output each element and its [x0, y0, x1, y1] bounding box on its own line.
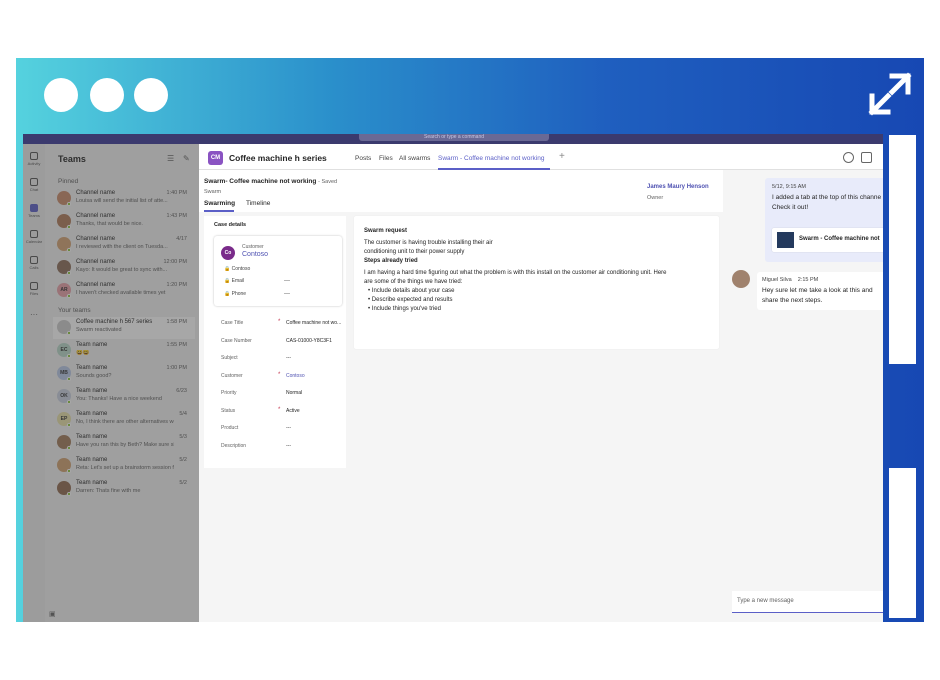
swarm-header: Swarm- Coffee machine not working - Save… — [199, 170, 723, 212]
swarm-title-text: Swarm- Coffee machine not working — [204, 178, 317, 185]
request-bullet: • Include things you've tried — [368, 306, 441, 312]
case-details-panel: Case details Co Customer Contoso 🔒 Conto… — [204, 216, 346, 468]
field-label: Case Title — [221, 320, 244, 326]
chat-panel: 5/12, 9:15 AM I added a tab at the top o… — [725, 170, 883, 622]
swarm-pane: Swarm- Coffee machine not working - Save… — [199, 170, 723, 622]
request-bullet: • Include details about your case — [368, 288, 455, 294]
card-title: Swarm - Coffee machine not — [799, 236, 880, 242]
field-label: Customer — [221, 372, 243, 379]
request-line-2: conditioning unit to their power supply — [364, 249, 465, 255]
field-value[interactable]: --- — [286, 443, 291, 449]
request-line-3: I am having a hard time figuring out wha… — [364, 270, 667, 276]
request-title: Swarm request — [364, 228, 408, 234]
field-value[interactable]: --- — [286, 425, 291, 431]
customer-avatar: Co — [221, 246, 235, 260]
window-dot-1 — [44, 78, 78, 112]
request-line-1: The customer is having trouble installin… — [364, 240, 493, 246]
company-line: 🔒 Contoso — [224, 266, 251, 272]
email-value: --- — [284, 278, 290, 284]
request-line-4: are some of the things we have tried: — [364, 279, 463, 285]
tab-swarming[interactable]: Swarming — [204, 200, 235, 207]
team-avatar: CM — [208, 151, 223, 165]
field-label: Case Number — [221, 337, 252, 344]
field-value[interactable]: CAS-01000-Y8C3F1 — [286, 338, 332, 344]
field-value[interactable]: Active — [286, 408, 300, 414]
field-label: Status — [221, 407, 236, 414]
team-name: Coffee machine h series — [229, 153, 327, 163]
required-marker: * — [278, 371, 281, 378]
owner-name[interactable]: James Maury Henson — [647, 184, 709, 190]
dim-overlay — [23, 144, 199, 622]
search-input[interactable]: Search or type a command — [359, 134, 549, 141]
field-value[interactable]: Normal — [286, 390, 302, 396]
company-name: Contoso — [231, 266, 251, 272]
required-marker: * — [278, 319, 281, 325]
required-marker: * — [278, 406, 281, 413]
swarming-tab-indicator — [204, 210, 234, 212]
field-label: Product — [221, 425, 239, 431]
swarm-subtitle: Swarm — [204, 189, 222, 195]
bullet-text: Include things you've tried — [371, 306, 441, 312]
field-label: Priority — [221, 390, 237, 396]
bullet-text: Include details about your case — [371, 288, 455, 294]
call-icon[interactable] — [861, 152, 872, 163]
tab-timeline[interactable]: Timeline — [246, 200, 270, 207]
swarm-title: Swarm- Coffee machine not working - Save… — [204, 178, 337, 185]
message-line: Hey sure let me take a look at this and — [762, 287, 873, 294]
field-value[interactable]: --- — [286, 355, 291, 361]
request-bullet: • Describe expected and results — [368, 297, 453, 303]
conversation-icon[interactable] — [843, 152, 854, 163]
phone-value: --- — [284, 291, 290, 297]
field-value[interactable]: Coffee machine not wo... — [286, 320, 341, 326]
customer-label: Customer — [242, 244, 264, 250]
message-time: 5/12, 9:15 AM — [772, 184, 806, 190]
window-dot-3 — [134, 78, 168, 112]
teams-app: Search or type a command Activity Chat T… — [23, 134, 883, 622]
message-line: share the next steps. — [762, 297, 823, 304]
owner-label: Owner — [647, 195, 664, 201]
card-thumbnail — [777, 232, 794, 248]
tab-swarm[interactable]: Swarm - Coffee machine not working — [438, 155, 544, 162]
window-frame: Search or type a command Activity Chat T… — [16, 58, 924, 622]
title-bar: Search or type a command — [23, 134, 883, 144]
avatar — [732, 270, 750, 288]
swarm-tab-card[interactable]: Swarm - Coffee machine not — [772, 228, 883, 252]
field-label: Subject — [221, 355, 238, 361]
channel-header: CM Coffee machine h series Posts Files A… — [199, 144, 883, 170]
side-panel-strip-bottom — [889, 468, 916, 618]
sender-line: Miguel Silva 2:15 PM — [762, 277, 818, 283]
message-time: 2:15 PM — [797, 277, 819, 283]
phone-label: Phone — [231, 291, 247, 297]
field-label: Description — [221, 442, 247, 449]
bullet-text: Describe expected and results — [371, 297, 453, 303]
swarm-request-card: Swarm request The customer is having tro… — [354, 216, 719, 349]
other-message: Miguel Silva 2:15 PM Hey sure let me tak… — [757, 272, 883, 310]
phone-line: 🔒 Phone — [224, 291, 247, 297]
side-panel-strip-top — [889, 135, 916, 364]
sender-name: Miguel Silva — [762, 277, 792, 283]
field-value[interactable]: Contoso — [286, 373, 305, 379]
my-message: 5/12, 9:15 AM I added a tab at the top o… — [765, 178, 883, 262]
message-line: Check it out! — [772, 204, 809, 211]
email-label: Email — [231, 278, 245, 284]
email-line: 🔒 Email — [224, 278, 245, 284]
tab-all-swarms[interactable]: All swarms — [399, 155, 430, 162]
message-compose-input[interactable]: Type a new message — [732, 591, 883, 613]
case-details-title: Case details — [214, 222, 247, 228]
message-line: I added a tab at the top of this channe — [772, 194, 882, 201]
saved-status: - Saved — [318, 179, 338, 185]
tab-files[interactable]: Files — [379, 155, 393, 162]
tab-posts[interactable]: Posts — [355, 155, 371, 162]
customer-card[interactable]: Co Customer Contoso 🔒 Contoso 🔒 Email --… — [214, 236, 342, 306]
steps-tried-title: Steps already tried — [364, 258, 418, 264]
expand-icon[interactable] — [868, 72, 912, 116]
customer-name[interactable]: Contoso — [242, 251, 268, 258]
window-dot-2 — [90, 78, 124, 112]
add-tab-button[interactable]: + — [559, 151, 565, 162]
main-area: CM Coffee machine h series Posts Files A… — [199, 144, 883, 622]
